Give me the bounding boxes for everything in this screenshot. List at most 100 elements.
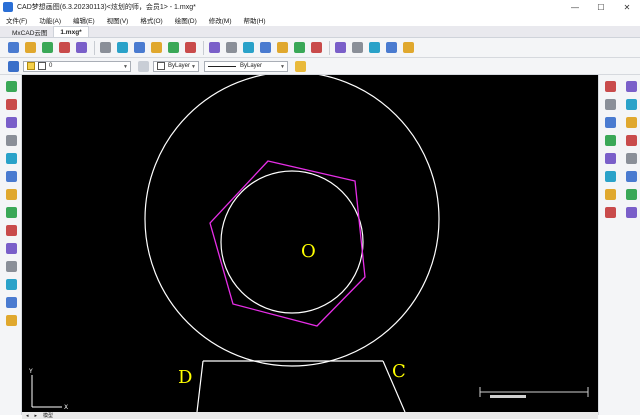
cloud-icon[interactable] (350, 41, 364, 55)
undo-icon[interactable] (292, 41, 306, 55)
pan-icon[interactable] (132, 41, 146, 55)
menu-file[interactable]: 文件(F) (6, 15, 27, 25)
layer-select[interactable]: 0 ▼ (23, 60, 131, 72)
array-glyph (604, 152, 616, 164)
offset-icon[interactable] (624, 133, 638, 147)
offset-glyph (625, 134, 637, 146)
plot-icon[interactable] (333, 41, 347, 55)
plot-glyph (334, 42, 346, 53)
outer-circle[interactable] (144, 75, 440, 367)
match-layer-icon[interactable] (136, 59, 150, 73)
polygon-icon[interactable] (4, 151, 18, 165)
zoom-realtime-icon[interactable] (166, 41, 180, 55)
menu-draw[interactable]: 绘图(D) (175, 15, 197, 25)
export-icon[interactable] (401, 41, 415, 55)
layer-manager-icon[interactable] (6, 59, 20, 73)
move-icon[interactable] (603, 97, 617, 111)
save-as-icon[interactable] (57, 41, 71, 55)
block-icon[interactable] (241, 41, 255, 55)
scale-icon[interactable] (603, 115, 617, 129)
circle-icon[interactable] (4, 169, 18, 183)
pencil-icon[interactable] (293, 59, 307, 73)
next-layout-button[interactable]: ▸ (35, 413, 38, 419)
dimension-icon[interactable] (603, 79, 617, 93)
model-tab[interactable]: 模型 (43, 412, 53, 419)
drawing-canvas[interactable]: Y X O D C (22, 75, 598, 412)
globe-icon[interactable] (367, 41, 381, 55)
color-select[interactable]: ByLayer ▼ (153, 60, 199, 72)
spline-icon[interactable] (4, 187, 18, 201)
erase-icon[interactable] (624, 79, 638, 93)
draw-toolbar (0, 75, 22, 415)
explode-icon[interactable] (603, 205, 617, 219)
fillet-icon[interactable] (603, 187, 617, 201)
menu-help[interactable]: 帮助(H) (244, 15, 266, 25)
print-icon[interactable] (74, 41, 88, 55)
minimize-button[interactable]: — (562, 0, 588, 14)
label-o: O (301, 241, 316, 262)
menu-edit[interactable]: 编辑(E) (73, 15, 95, 25)
point-icon[interactable] (4, 241, 18, 255)
label-d: D (178, 367, 193, 388)
arc-icon[interactable] (4, 115, 18, 129)
rotate-icon[interactable] (624, 97, 638, 111)
save-glyph (41, 42, 53, 53)
zoom-window-glyph (99, 42, 111, 53)
zoom-window-icon[interactable] (98, 41, 112, 55)
copy-obj-icon[interactable] (624, 115, 638, 129)
toolbar-separator (203, 40, 204, 55)
maximize-button[interactable]: ☐ (588, 0, 614, 14)
tab-cloud[interactable]: MxCAD云图 (6, 26, 53, 37)
hexagon-shape[interactable] (209, 160, 366, 327)
point-glyph (5, 242, 17, 254)
zoom-extents-icon[interactable] (115, 41, 129, 55)
mirror-icon[interactable] (603, 133, 617, 147)
insert-block-icon[interactable] (4, 277, 18, 291)
table-icon[interactable] (207, 41, 221, 55)
pdf-icon[interactable] (384, 41, 398, 55)
left-leg-line[interactable] (196, 360, 204, 412)
line-icon[interactable] (4, 79, 18, 93)
extend-icon[interactable] (603, 169, 617, 183)
trim-icon[interactable] (624, 151, 638, 165)
save-as-glyph (58, 42, 70, 53)
menu-view[interactable]: 视图(V) (107, 15, 129, 25)
redo-icon[interactable] (309, 41, 323, 55)
text-icon[interactable] (4, 259, 18, 273)
stretch-icon[interactable] (624, 205, 638, 219)
status-bar: ◂ ▸ 模型 (22, 412, 598, 419)
polyline-icon[interactable] (4, 97, 18, 111)
image-icon[interactable] (258, 41, 272, 55)
break-icon[interactable] (624, 169, 638, 183)
chevron-down-icon: ▼ (123, 63, 128, 70)
tab-drawing[interactable]: 1.mxg* (53, 26, 89, 37)
hatch-icon[interactable] (4, 223, 18, 237)
menu-modify[interactable]: 修改(M) (209, 15, 232, 25)
zoom-realtime-glyph (167, 42, 179, 53)
linetype-select[interactable]: ByLayer ▼ (204, 60, 288, 72)
menu-format[interactable]: 格式(O) (140, 15, 162, 25)
new-file-icon[interactable] (6, 41, 20, 55)
pencil-icon[interactable] (183, 41, 197, 55)
chevron-down-icon: ▼ (280, 63, 285, 70)
multiline-text-icon[interactable] (4, 295, 18, 309)
chamfer-icon[interactable] (624, 187, 638, 201)
array-icon[interactable] (603, 151, 617, 165)
measure-icon[interactable] (149, 41, 163, 55)
open-file-icon[interactable] (23, 41, 37, 55)
close-button[interactable]: ✕ (614, 0, 640, 14)
save-icon[interactable] (40, 41, 54, 55)
text-glyph (5, 260, 17, 272)
ellipse-icon[interactable] (4, 205, 18, 219)
table-insert-icon[interactable] (4, 313, 18, 327)
app-logo-icon (3, 2, 13, 12)
prev-layout-button[interactable]: ◂ (26, 413, 29, 419)
export-glyph (402, 42, 414, 53)
title-bar: CAD梦想画图(6.3.20230113)<炫划的师，会员1> - 1.mxg*… (0, 0, 640, 14)
inner-circle[interactable] (220, 170, 364, 314)
menu-function[interactable]: 功能(A) (39, 15, 61, 25)
layer-icon[interactable] (224, 41, 238, 55)
rectangle-icon[interactable] (4, 133, 18, 147)
copy-icon[interactable] (275, 41, 289, 55)
window-controls: — ☐ ✕ (562, 0, 640, 14)
